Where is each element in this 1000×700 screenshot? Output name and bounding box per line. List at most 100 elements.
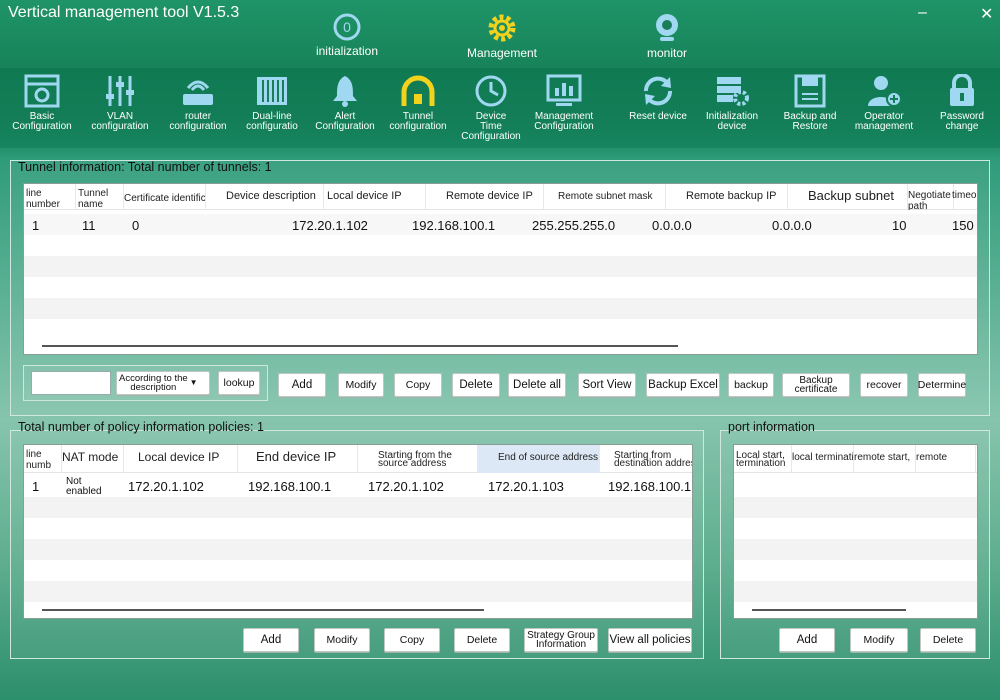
- col-local-device-ip[interactable]: Local device IP: [124, 445, 238, 473]
- tool-label: Backup and Restore: [783, 111, 837, 132]
- determine-button[interactable]: Determine: [918, 373, 966, 397]
- nav-initialization[interactable]: 0 initialization: [292, 12, 402, 58]
- port-title: port information: [728, 420, 815, 434]
- cell-line-number: 1: [32, 479, 40, 494]
- table-row-empty: [734, 497, 977, 518]
- nav-monitor[interactable]: monitor: [612, 12, 722, 60]
- gear-icon: [488, 14, 516, 42]
- tool-device-time-configuration[interactable]: Device Time Configuration: [453, 74, 529, 142]
- minimize-button[interactable]: –: [918, 4, 927, 22]
- col-start-destination[interactable]: Starting from destination address: [600, 445, 692, 473]
- col-local-start[interactable]: Local start, termination: [736, 445, 792, 473]
- table-row[interactable]: 1 11 0 172.20.1.102 192.168.100.1 255.25…: [24, 214, 977, 235]
- horizontal-scrollbar[interactable]: [42, 345, 678, 347]
- tool-label: Reset device: [629, 111, 687, 122]
- recover-button[interactable]: recover: [860, 373, 908, 397]
- filter-select[interactable]: According to the description ▼: [116, 371, 210, 395]
- col-timeout[interactable]: timeout: [952, 184, 977, 210]
- col-remote-backup-ip[interactable]: Remote backup IP: [666, 184, 788, 210]
- nav-management[interactable]: Management: [447, 12, 557, 60]
- tool-backup-and-restore[interactable]: Backup and Restore: [772, 74, 848, 132]
- sort-view-button[interactable]: Sort View: [578, 373, 636, 397]
- tool-password-change[interactable]: Password change: [924, 74, 1000, 132]
- view-all-policies-button[interactable]: View all policies: [608, 628, 692, 652]
- cell-backup-subnet: 0.0.0.0: [772, 218, 812, 233]
- policy-copy-button[interactable]: Copy: [384, 628, 440, 652]
- tool-management-configuration[interactable]: Management Configuration: [526, 74, 602, 132]
- policy-table[interactable]: line numb NAT mode Local device IP End d…: [23, 444, 693, 619]
- tunnel-modify-button[interactable]: Modify: [338, 373, 384, 397]
- cell-remote-device-ip: 192.168.100.1: [412, 218, 496, 233]
- table-row-empty: [24, 256, 977, 277]
- cell-end-device-ip: 192.168.100.1: [248, 479, 332, 494]
- col-device-description[interactable]: Device description: [206, 184, 324, 210]
- col-negotiate-path[interactable]: Negotiate path: [908, 184, 954, 210]
- col-line-number[interactable]: line numb: [26, 445, 62, 473]
- search-input[interactable]: [31, 371, 111, 395]
- col-local-termination[interactable]: local termination,: [792, 445, 854, 473]
- col-backup-subnet[interactable]: Backup subnet: [788, 184, 908, 210]
- policy-delete-button[interactable]: Delete: [454, 628, 510, 652]
- horizontal-scrollbar[interactable]: [752, 609, 906, 611]
- window-title: Vertical management tool V1.5.3: [8, 4, 240, 21]
- cell-end-source: 172.20.1.103: [488, 479, 564, 494]
- toolbar: Basic Configuration VLAN configuration r…: [0, 68, 1000, 148]
- col-end-device-ip[interactable]: End device IP: [238, 445, 358, 473]
- tunnel-table[interactable]: line number Tunnel name nu Certificate i…: [23, 183, 978, 355]
- basic-config-icon: [24, 74, 60, 108]
- cell-local-device-ip: 172.20.1.102: [292, 218, 368, 233]
- table-row-empty: [734, 560, 977, 581]
- tunnel-delete-all-button[interactable]: Delete all: [508, 373, 566, 397]
- clock-icon: [475, 75, 507, 107]
- dual-line-icon: [257, 77, 287, 105]
- table-row-empty: [24, 560, 692, 581]
- tool-label: router configuration: [169, 111, 227, 132]
- tool-dual-line-configuration[interactable]: Dual-line configuratio: [234, 74, 310, 132]
- col-remote-start[interactable]: remote start,: [854, 445, 916, 473]
- col-tunnel-name[interactable]: Tunnel name nu: [78, 184, 124, 210]
- backup-certificate-button[interactable]: Backup certificate: [782, 373, 850, 397]
- col-line-number[interactable]: line number: [26, 184, 76, 210]
- table-row-empty: [24, 319, 977, 340]
- cell-start-source: 172.20.1.102: [368, 479, 444, 494]
- col-remote-subnet-mask[interactable]: Remote subnet mask: [544, 184, 666, 210]
- tunnel-delete-button[interactable]: Delete: [452, 373, 500, 397]
- tool-initialization-device[interactable]: Initialization device: [694, 74, 770, 132]
- policy-title: Total number of policy information polic…: [18, 420, 264, 434]
- port-add-button[interactable]: Add: [779, 628, 835, 652]
- tool-tunnel-configuration[interactable]: Tunnel configuration: [380, 74, 456, 132]
- strategy-group-button[interactable]: Strategy Group Information: [524, 628, 598, 652]
- port-table[interactable]: Local start, termination local terminati…: [733, 444, 978, 619]
- tool-label: Alert Configuration: [315, 111, 375, 132]
- col-local-device-ip[interactable]: Local device IP: [324, 184, 426, 210]
- col-remote[interactable]: remote: [916, 445, 976, 473]
- tool-reset-device[interactable]: Reset device: [620, 74, 696, 122]
- close-button[interactable]: ✕: [980, 4, 993, 24]
- tunnel-copy-button[interactable]: Copy: [394, 373, 442, 397]
- svg-text:0: 0: [343, 19, 351, 35]
- policy-modify-button[interactable]: Modify: [314, 628, 370, 652]
- tool-router-configuration[interactable]: router configuration: [160, 74, 236, 132]
- col-remote-device-ip[interactable]: Remote device IP: [426, 184, 544, 210]
- lookup-button[interactable]: lookup: [218, 371, 260, 395]
- col-nat-mode[interactable]: NAT mode: [62, 445, 124, 473]
- col-end-source[interactable]: End of source address: [478, 445, 600, 473]
- backup-excel-button[interactable]: Backup Excel: [646, 373, 720, 397]
- port-table-header: Local start, termination local terminati…: [734, 445, 977, 473]
- initialization-icon: 0: [333, 13, 361, 41]
- port-delete-button[interactable]: Delete: [920, 628, 976, 652]
- tool-basic-configuration[interactable]: Basic Configuration: [4, 74, 80, 132]
- table-row[interactable]: 1 Not enabled 172.20.1.102 192.168.100.1…: [24, 473, 692, 497]
- tool-vlan-configuration[interactable]: VLAN configuration: [82, 74, 158, 132]
- port-modify-button[interactable]: Modify: [850, 628, 908, 652]
- tunnel-add-button[interactable]: Add: [278, 373, 326, 397]
- col-start-source[interactable]: Starting from the source address: [358, 445, 478, 473]
- horizontal-scrollbar[interactable]: [42, 609, 484, 611]
- backup-button[interactable]: backup: [728, 373, 774, 397]
- router-icon: [183, 80, 213, 105]
- policy-add-button[interactable]: Add: [243, 628, 299, 652]
- tool-operator-management[interactable]: Operator management: [846, 74, 922, 132]
- table-row-empty: [24, 298, 977, 319]
- tool-alert-configuration[interactable]: Alert Configuration: [307, 74, 383, 132]
- col-certificate[interactable]: Certificate identificati: [124, 184, 206, 210]
